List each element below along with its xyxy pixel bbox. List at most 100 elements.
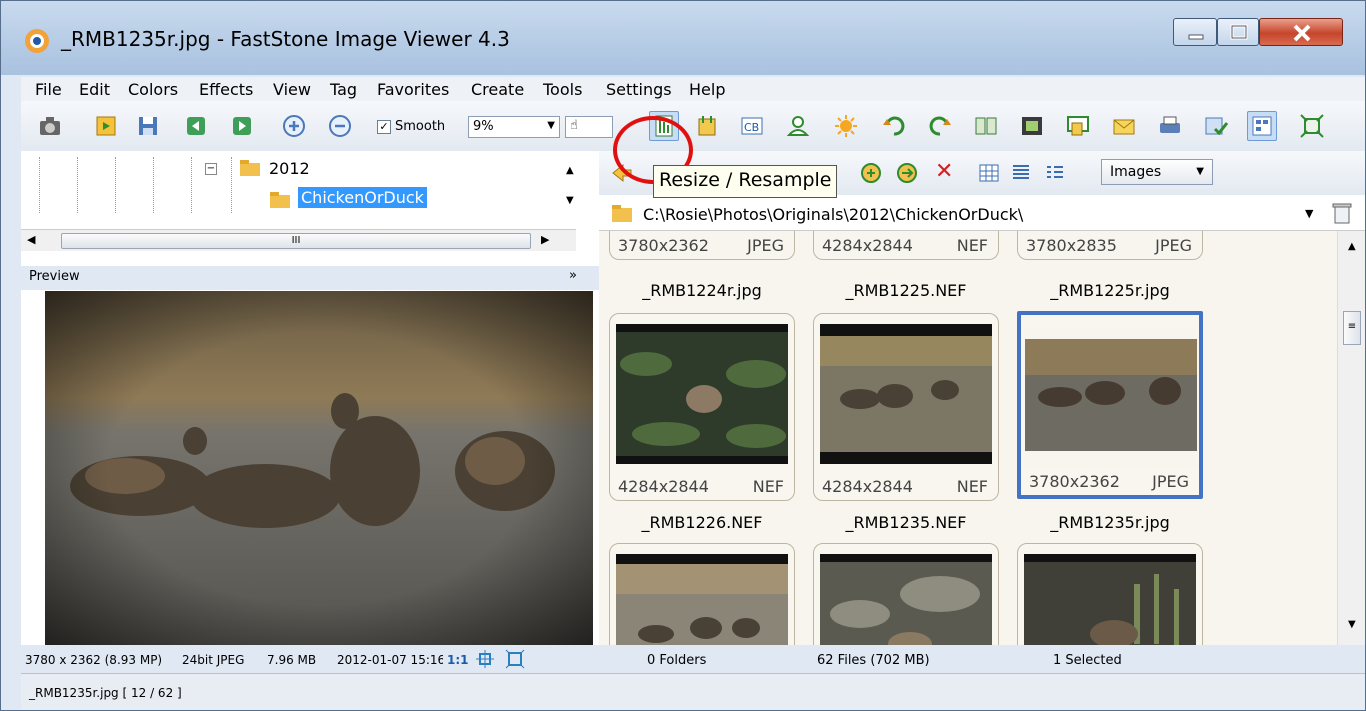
- thumbnail-card[interactable]: 4284x2844 NEF: [813, 313, 999, 501]
- menu-tag[interactable]: Tag: [330, 80, 357, 99]
- menu-colors[interactable]: Colors: [128, 80, 178, 99]
- window-title: _RMB1235r.jpg - FastStone Image Viewer 4…: [61, 27, 510, 51]
- thumb-type: JPEG: [747, 236, 784, 255]
- image-date: 2012-01-07 15:16: [337, 653, 443, 667]
- color-balance-icon[interactable]: CB: [737, 111, 767, 141]
- file-filter-dropdown[interactable]: Images ▼: [1101, 159, 1213, 185]
- tree-collapse-toggle[interactable]: −: [205, 163, 217, 175]
- fullscreen-icon[interactable]: [1297, 111, 1327, 141]
- path-bar[interactable]: C:\Rosie\Photos\Originals\2012\ChickenOr…: [599, 195, 1365, 231]
- mouse-mode-dropdown[interactable]: ☝: [565, 116, 613, 138]
- menu-help[interactable]: Help: [689, 80, 725, 99]
- thumbnail-card[interactable]: 3780x2362 JPEG: [609, 231, 795, 260]
- svg-text:CB: CB: [744, 121, 759, 134]
- rotate-left-icon[interactable]: [879, 111, 909, 141]
- rotate-right-icon[interactable]: [925, 111, 955, 141]
- menu-create[interactable]: Create: [471, 80, 524, 99]
- chevron-down-icon[interactable]: ▼: [1305, 207, 1313, 220]
- list-view-icon[interactable]: [1043, 161, 1067, 189]
- folder-tree: − 2012 ChickenOrDuck ▲ ▼: [21, 151, 599, 229]
- next-image-icon[interactable]: [227, 111, 257, 141]
- image-size: 7.96 MB: [267, 653, 317, 667]
- thumbnail-view-icon[interactable]: [977, 161, 1001, 189]
- scroll-down-icon[interactable]: ▼: [566, 195, 574, 206]
- copy-to-folder-icon[interactable]: [859, 161, 883, 189]
- crop-icon[interactable]: [693, 111, 723, 141]
- folder-icon: [269, 191, 291, 213]
- smooth-checkbox[interactable]: ✓: [377, 120, 391, 134]
- compare-images-icon[interactable]: [971, 111, 1001, 141]
- scroll-thumb[interactable]: ≡: [1343, 311, 1361, 345]
- thumbnail-card[interactable]: 3780x2835 JPEG: [1017, 231, 1203, 260]
- thumb-dims: 3780x2835: [1026, 236, 1117, 255]
- email-envelope-icon[interactable]: [1109, 111, 1139, 141]
- save-icon[interactable]: [133, 111, 163, 141]
- maximize-button[interactable]: [1217, 18, 1259, 46]
- zoom-dropdown[interactable]: 9% ▼: [468, 116, 560, 138]
- menu-bar: File Edit Colors Effects View Tag Favori…: [21, 77, 1365, 101]
- menu-file[interactable]: File: [35, 80, 62, 99]
- thumbnail-card[interactable]: [1017, 543, 1203, 645]
- thumb-dims: 3780x2362: [1029, 472, 1120, 491]
- wallpaper-icon[interactable]: [1063, 111, 1093, 141]
- scroll-left-icon[interactable]: ◀: [27, 233, 35, 246]
- thumb-type: NEF: [956, 236, 988, 255]
- browser-status-bar: 0 Folders 62 Files (702 MB) 1 Selected: [599, 645, 1365, 673]
- menu-settings[interactable]: Settings: [606, 80, 672, 99]
- selected-count: 1 Selected: [1053, 653, 1122, 668]
- scroll-down-icon[interactable]: ▼: [1348, 619, 1356, 630]
- move-to-folder-icon[interactable]: [895, 161, 919, 189]
- menu-favorites[interactable]: Favorites: [377, 80, 449, 99]
- print-icon[interactable]: [1155, 111, 1185, 141]
- left-pane: − 2012 ChickenOrDuck ▲ ▼ ◀ III ▶ Preview…: [21, 151, 599, 710]
- preview-header: Preview »: [21, 266, 599, 290]
- scroll-right-icon[interactable]: ▶: [541, 233, 549, 246]
- details-view-icon[interactable]: [1009, 161, 1033, 189]
- app-window: _RMB1235r.jpg - FastStone Image Viewer 4…: [0, 0, 1366, 711]
- acquire-camera-icon[interactable]: [35, 111, 65, 141]
- previous-image-icon[interactable]: [181, 111, 211, 141]
- menu-tools[interactable]: Tools: [543, 80, 582, 99]
- folder-count: 0 Folders: [647, 653, 707, 668]
- scroll-up-icon[interactable]: ▲: [1348, 241, 1356, 252]
- menu-effects[interactable]: Effects: [199, 80, 253, 99]
- folder-icon: [611, 203, 633, 227]
- browser-layout-icon[interactable]: [1247, 111, 1277, 141]
- zoom-in-icon[interactable]: [279, 111, 309, 141]
- zoom-out-icon[interactable]: [325, 111, 355, 141]
- thumbnail-card[interactable]: [609, 543, 795, 645]
- fit-to-window-icon[interactable]: [475, 649, 495, 672]
- trash-can-icon[interactable]: [1331, 201, 1353, 229]
- path-value[interactable]: C:\Rosie\Photos\Originals\2012\ChickenOr…: [643, 205, 1023, 224]
- thumb-image: [1024, 554, 1196, 645]
- thumbnail-card-selected[interactable]: 3780x2362 JPEG: [1017, 311, 1203, 499]
- scroll-up-icon[interactable]: ▲: [566, 165, 574, 176]
- slideshow-film-icon[interactable]: [1017, 111, 1047, 141]
- thumb-image: [820, 324, 992, 464]
- thumb-image: [1025, 327, 1197, 467]
- menu-edit[interactable]: Edit: [79, 80, 110, 99]
- tree-horizontal-scrollbar[interactable]: ◀ III ▶: [21, 229, 576, 251]
- thumb-type: NEF: [956, 477, 988, 496]
- open-folder-icon[interactable]: [91, 111, 121, 141]
- scroll-thumb[interactable]: III: [61, 233, 531, 249]
- thumbnail-card[interactable]: 4284x2844 NEF: [813, 231, 999, 260]
- full-view-icon[interactable]: [505, 649, 525, 672]
- thumbnail-card[interactable]: [813, 543, 999, 645]
- brightness-sun-icon[interactable]: [831, 111, 861, 141]
- title-bar: _RMB1235r.jpg - FastStone Image Viewer 4…: [1, 1, 1365, 75]
- collapse-preview-icon[interactable]: »: [569, 268, 577, 283]
- tree-item-chickenorduck[interactable]: ChickenOrDuck: [298, 187, 427, 208]
- red-eye-person-icon[interactable]: [783, 111, 813, 141]
- close-button[interactable]: [1259, 18, 1343, 46]
- file-count: 62 Files (702 MB): [817, 653, 930, 668]
- batch-convert-icon[interactable]: [1201, 111, 1231, 141]
- delete-icon[interactable]: ✕: [935, 159, 953, 184]
- menu-view[interactable]: View: [273, 80, 311, 99]
- minimize-button[interactable]: [1173, 18, 1217, 46]
- tree-item-2012[interactable]: 2012: [269, 159, 310, 178]
- thumb-filename: _RMB1226.NEF: [641, 513, 763, 532]
- thumbnail-card[interactable]: 4284x2844 NEF: [609, 313, 795, 501]
- actual-size-button[interactable]: 1:1: [447, 653, 469, 667]
- thumbnail-vertical-scrollbar[interactable]: ▲ ≡ ▼: [1337, 231, 1365, 645]
